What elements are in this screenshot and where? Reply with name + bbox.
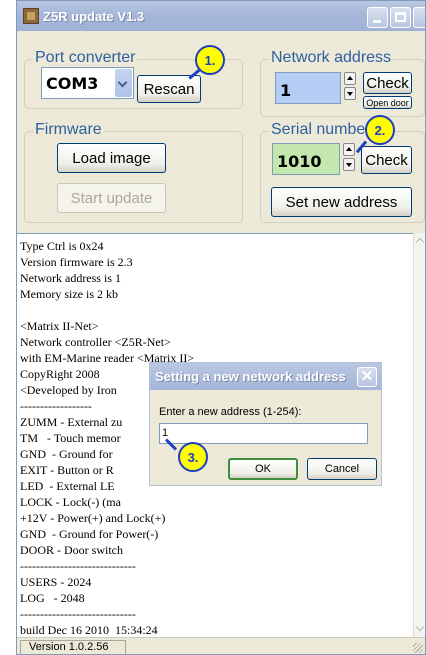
dialog-prompt: Enter a new address (1-254): xyxy=(159,406,302,418)
spin-up-icon[interactable] xyxy=(343,143,355,156)
scroll-down-icon[interactable] xyxy=(414,622,425,635)
callout-2: 2. xyxy=(365,115,395,145)
log-scrollbar[interactable] xyxy=(413,233,425,637)
main-window: Z5R update V1.3 Port converter COM3 Resc… xyxy=(16,0,426,655)
set-new-address-button[interactable]: Set new address xyxy=(271,187,412,217)
rescan-button[interactable]: Rescan xyxy=(137,75,201,103)
check-serial-button[interactable]: Check xyxy=(361,146,412,174)
app-icon xyxy=(23,8,39,24)
start-update-button[interactable]: Start update xyxy=(57,183,166,213)
dialog-title-bar[interactable]: Setting a new network address ✕ xyxy=(150,363,381,390)
serial-number-field[interactable]: 1010 xyxy=(272,143,340,175)
callout-1: 1. xyxy=(195,45,225,75)
open-door-button[interactable]: Open door xyxy=(363,96,412,109)
check-address-button[interactable]: Check xyxy=(363,72,412,94)
serial-number-label: Serial number xyxy=(269,121,373,139)
port-converter-label: Port converter xyxy=(33,49,138,67)
firmware-label: Firmware xyxy=(33,121,104,139)
title-bar[interactable]: Z5R update V1.3 xyxy=(17,1,425,31)
network-address-spinner[interactable] xyxy=(344,72,358,102)
chevron-down-icon[interactable] xyxy=(115,69,132,97)
close-button[interactable] xyxy=(413,7,425,28)
serial-number-spinner[interactable] xyxy=(343,143,357,173)
spin-down-icon[interactable] xyxy=(344,87,356,100)
dialog-ok-button[interactable]: OK xyxy=(228,458,298,480)
scroll-up-icon[interactable] xyxy=(414,235,425,248)
port-value: COM3 xyxy=(46,74,99,93)
minimize-button[interactable] xyxy=(367,7,388,28)
network-address-field[interactable]: 1 xyxy=(275,72,341,104)
port-select[interactable]: COM3 xyxy=(41,67,134,99)
status-bar: Version 1.0.2.56 xyxy=(17,637,425,654)
window-title: Z5R update V1.3 xyxy=(43,9,145,24)
dialog-close-button[interactable]: ✕ xyxy=(357,367,377,387)
spin-down-icon[interactable] xyxy=(343,158,355,171)
new-address-input[interactable]: 1 xyxy=(159,423,368,444)
resize-grip-icon[interactable] xyxy=(413,643,423,653)
callout-3: 3. xyxy=(178,442,208,472)
load-image-button[interactable]: Load image xyxy=(57,143,166,173)
version-label: Version 1.0.2.56 xyxy=(20,640,126,654)
network-address-value: 1 xyxy=(280,81,292,100)
network-address-label: Network address xyxy=(269,49,394,67)
maximize-button[interactable] xyxy=(390,7,411,28)
serial-number-value: 1010 xyxy=(277,152,322,171)
dialog-title: Setting a new network address xyxy=(155,369,346,384)
spin-up-icon[interactable] xyxy=(344,72,356,85)
dialog-cancel-button[interactable]: Cancel xyxy=(307,458,377,480)
